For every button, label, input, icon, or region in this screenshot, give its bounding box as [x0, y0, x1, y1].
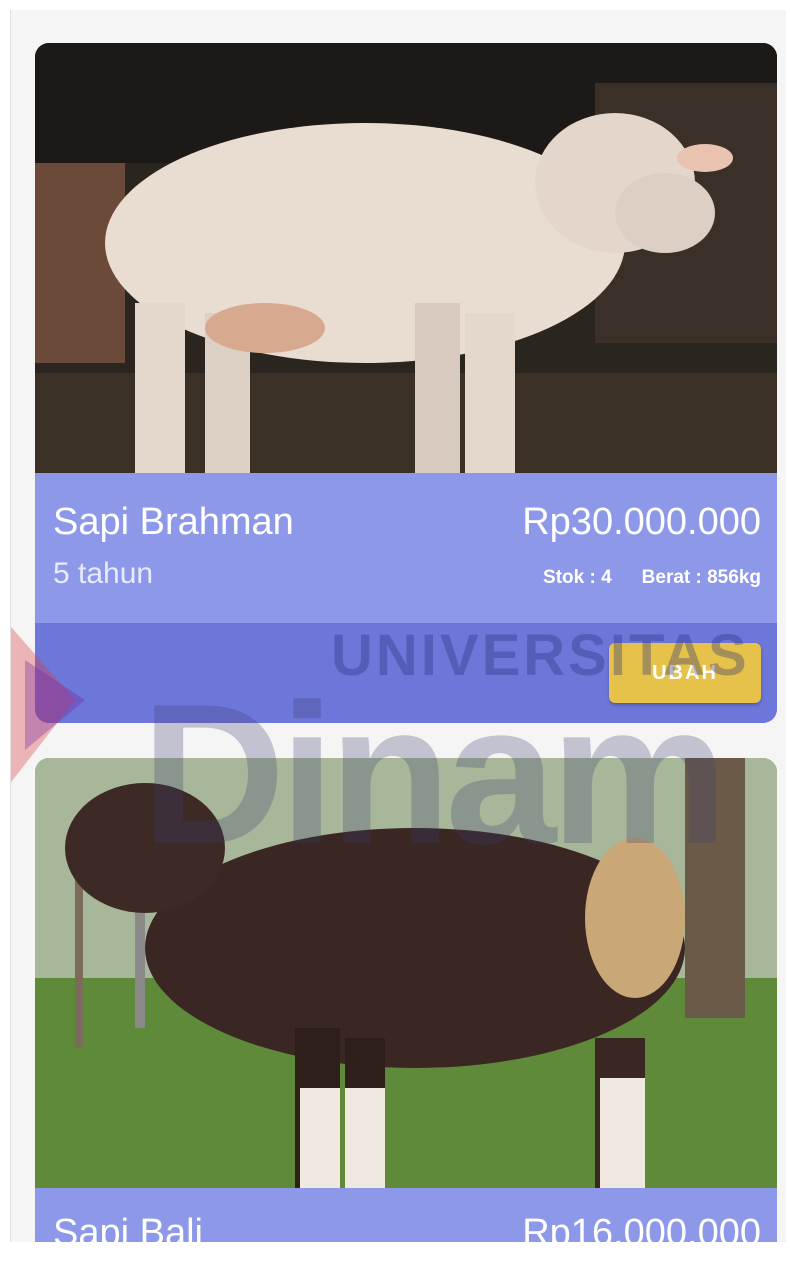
- product-name: Sapi Brahman: [53, 501, 294, 543]
- product-name: Sapi Bali: [53, 1212, 203, 1242]
- product-info: Sapi Brahman Rp30.000.000 5 tahun Stok :…: [35, 473, 777, 623]
- product-weight: Berat : 856kg: [641, 567, 761, 588]
- watermark-logo: [11, 626, 85, 783]
- product-image: [35, 43, 777, 473]
- product-price: Rp16.000.000: [522, 1212, 761, 1242]
- product-meta: Stok : 4 Berat : 856kg: [543, 567, 761, 589]
- product-stock: Stok : 4: [543, 567, 612, 588]
- product-info: Sapi Bali Rp16.000.000: [35, 1188, 777, 1242]
- product-age: 5 tahun: [53, 557, 154, 590]
- product-card[interactable]: Sapi Brahman Rp30.000.000 5 tahun Stok :…: [35, 43, 777, 723]
- product-list: Sapi Brahman Rp30.000.000 5 tahun Stok :…: [10, 10, 786, 1242]
- product-price: Rp30.000.000: [522, 501, 761, 543]
- watermark-brand: Dinam: [141, 663, 728, 886]
